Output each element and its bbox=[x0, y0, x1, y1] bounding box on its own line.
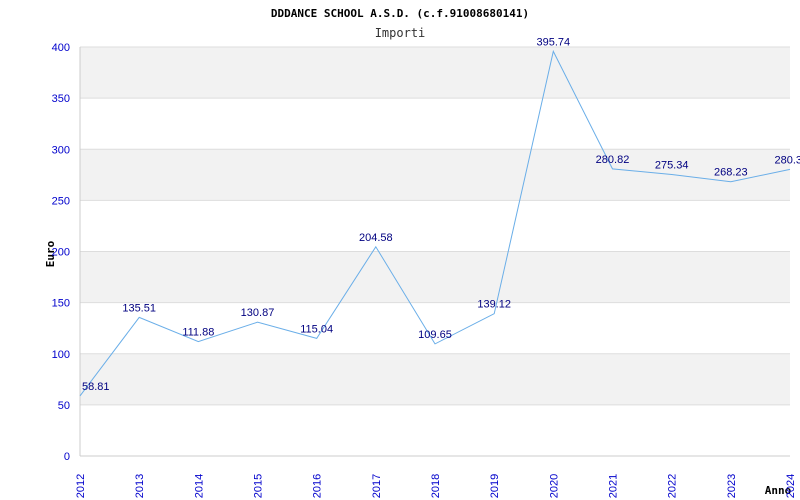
data-label: 395.74 bbox=[537, 36, 571, 48]
background-band bbox=[80, 47, 790, 99]
x-tick-label: 2013 bbox=[134, 474, 146, 498]
x-tick-label: 2016 bbox=[312, 474, 324, 498]
data-label: 130.87 bbox=[241, 307, 275, 319]
x-tick-label: 2024 bbox=[785, 474, 797, 498]
y-tick-label: 400 bbox=[52, 42, 70, 54]
x-tick-labels: 2012 2013 2014 2015 2016 2017 2018 2019 2020 2021… bbox=[75, 474, 797, 498]
y-tick-label: 0 bbox=[64, 451, 70, 463]
x-tick-label: 2022 bbox=[667, 474, 679, 498]
background-band bbox=[80, 404, 790, 456]
y-tick-labels: 0 50 100 150 200 250 300 350 400 bbox=[52, 42, 70, 463]
y-tick-label: 300 bbox=[52, 144, 70, 156]
data-label: 111.88 bbox=[182, 327, 214, 339]
x-tick-label: 2020 bbox=[548, 474, 560, 498]
data-label: 135.51 bbox=[122, 302, 156, 314]
x-tick-label: 2019 bbox=[489, 474, 501, 498]
background-band bbox=[80, 353, 790, 405]
y-tick-label: 50 bbox=[58, 400, 70, 412]
background-band bbox=[80, 98, 790, 150]
data-label: 58.81 bbox=[82, 381, 110, 393]
x-tick-label: 2023 bbox=[726, 474, 738, 498]
data-label: 115.04 bbox=[300, 323, 333, 335]
line-chart: DDDANCE SCHOOL A.S.D. (c.f.91008680141) … bbox=[44, 7, 800, 498]
data-label: 268.23 bbox=[714, 167, 748, 179]
x-tick-label: 2015 bbox=[253, 474, 265, 498]
x-tick-label: 2017 bbox=[371, 474, 383, 498]
chart-subtitle: Importi bbox=[375, 26, 426, 40]
y-tick-label: 200 bbox=[52, 247, 70, 259]
data-label: 280.82 bbox=[596, 154, 630, 166]
y-tick-label: 100 bbox=[52, 349, 70, 361]
data-label: 139.12 bbox=[477, 299, 511, 311]
x-tick-label: 2014 bbox=[193, 474, 205, 498]
background-band bbox=[80, 251, 790, 303]
y-tick-label: 350 bbox=[52, 93, 70, 105]
x-tick-label: 2018 bbox=[430, 474, 442, 498]
chart-title: DDDANCE SCHOOL A.S.D. (c.f.91008680141) bbox=[271, 7, 529, 20]
x-tick-label: 2021 bbox=[608, 474, 620, 498]
data-label: 204.58 bbox=[359, 232, 393, 244]
background-band bbox=[80, 200, 790, 252]
x-tick-label: 2012 bbox=[75, 474, 87, 498]
data-label: 275.34 bbox=[655, 159, 689, 171]
background-band bbox=[80, 149, 790, 201]
data-label: 109.65 bbox=[418, 329, 452, 341]
data-label: 280.3 bbox=[774, 154, 800, 166]
y-tick-label: 250 bbox=[52, 195, 70, 207]
y-tick-label: 150 bbox=[52, 298, 70, 310]
